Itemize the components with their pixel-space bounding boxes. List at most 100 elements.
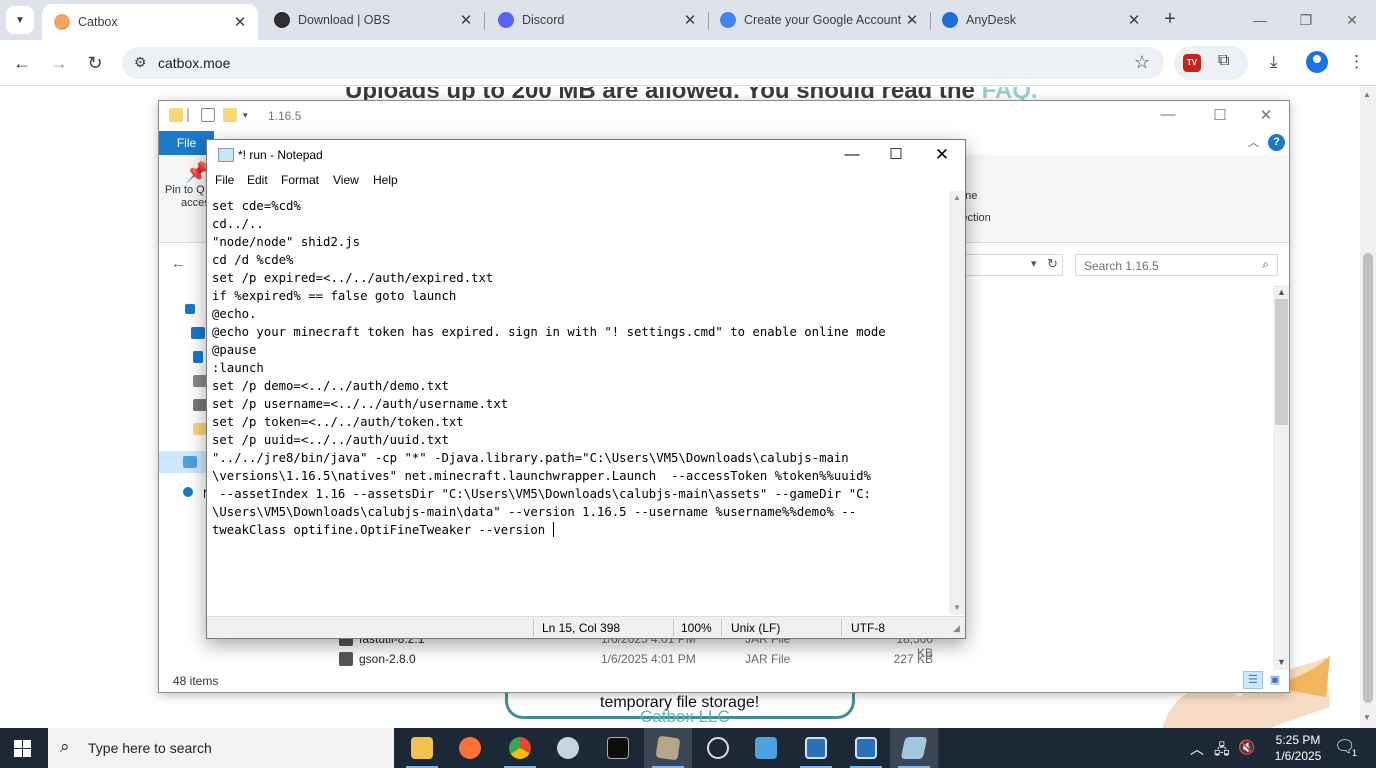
- downloads-icon[interactable]: [193, 351, 203, 363]
- close-window-button[interactable]: ✕: [1332, 8, 1372, 32]
- tab-title: Download | OBS: [298, 13, 391, 27]
- scroll-down-icon[interactable]: ▼: [953, 603, 961, 612]
- taskbar-remote-desktop[interactable]: [742, 728, 790, 768]
- notepad-maximize-button[interactable]: ☐: [873, 143, 919, 167]
- taskbar-notepad[interactable]: [890, 728, 938, 768]
- documents-icon[interactable]: [193, 375, 207, 387]
- tab-obs[interactable]: Download | OBS ✕: [262, 0, 484, 40]
- text-line-last: tweakClass optifine.OptiFineTweaker --ve…: [212, 521, 949, 539]
- address-dropdown-icon[interactable]: ▾: [1031, 257, 1037, 270]
- back-button[interactable]: ←: [9, 50, 35, 76]
- text-line: :launch: [212, 361, 264, 375]
- taskbar-firefox[interactable]: [446, 728, 494, 768]
- address-bar[interactable]: ⚙ catbox.moe ☆: [122, 47, 1164, 79]
- explorer-scroll-thumb[interactable]: [1275, 299, 1288, 425]
- quick-access-star-icon[interactable]: [185, 304, 195, 314]
- properties-icon[interactable]: [201, 108, 215, 122]
- menu-help[interactable]: Help: [373, 173, 398, 187]
- taskbar-app-window-2[interactable]: [842, 728, 890, 768]
- tab-google-account[interactable]: Create your Google Account ✕: [708, 0, 930, 40]
- network-icon[interactable]: 🖧: [1214, 739, 1230, 763]
- scroll-down-icon[interactable]: ▼: [1363, 713, 1371, 722]
- desktop-icon[interactable]: [191, 327, 205, 339]
- bookmark-star-icon[interactable]: ☆: [1134, 52, 1150, 73]
- taskbar-chrome[interactable]: [496, 728, 544, 768]
- notepad-statusbar: Ln 15, Col 398 100% Unix (LF) UTF-8 ◢: [207, 616, 965, 638]
- more-menu-icon[interactable]: ⋮: [1348, 52, 1365, 72]
- forward-button[interactable]: →: [46, 50, 72, 76]
- text-line: cd /d %cde%: [212, 253, 294, 267]
- volume-muted-icon[interactable]: 🔇: [1238, 739, 1255, 756]
- page-scroll-thumb[interactable]: [1363, 253, 1373, 703]
- scroll-up-icon[interactable]: ▲: [1277, 287, 1286, 297]
- tab-discord[interactable]: Discord ✕: [486, 0, 708, 40]
- menu-file[interactable]: File: [215, 173, 234, 187]
- site-info-icon[interactable]: ⚙: [134, 54, 147, 71]
- ribbon-collapse-icon[interactable]: ︿: [1248, 134, 1259, 150]
- close-tab-icon[interactable]: ✕: [1124, 11, 1144, 29]
- explorer-minimize-button[interactable]: —: [1145, 106, 1191, 123]
- scroll-up-icon[interactable]: ▲: [1363, 90, 1371, 99]
- tab-search-button[interactable]: ▼: [6, 6, 34, 34]
- taskbar-file-explorer[interactable]: [398, 728, 446, 768]
- explorer-search-placeholder: Search 1.16.5: [1084, 259, 1159, 273]
- close-tab-icon[interactable]: ✕: [902, 11, 922, 29]
- taskbar-terminal[interactable]: [594, 728, 642, 768]
- large-icons-view-icon[interactable]: ▣: [1265, 671, 1285, 689]
- scroll-down-icon[interactable]: ▼: [1277, 657, 1286, 667]
- resize-grip-icon[interactable]: ◢: [953, 623, 960, 634]
- notepad-scrollbar[interactable]: ▲ ▼: [949, 191, 965, 615]
- system-clock[interactable]: 5:25 PM 1/6/2025: [1268, 732, 1328, 764]
- taskbar-obs[interactable]: [694, 728, 742, 768]
- this-pc-selected[interactable]: [159, 451, 209, 473]
- menu-view[interactable]: View: [333, 173, 359, 187]
- notepad-close-button[interactable]: ✕: [919, 143, 965, 167]
- explorer-address-bar[interactable]: ▾ ↻: [959, 254, 1063, 276]
- explorer-scrollbar[interactable]: ▲ ▼: [1273, 285, 1289, 670]
- refresh-icon[interactable]: ↻: [1047, 256, 1058, 272]
- notepad-title: *! run - Notepad: [238, 148, 323, 162]
- menu-format[interactable]: Format: [281, 173, 319, 187]
- download-icon[interactable]: ⤓: [1270, 52, 1278, 72]
- explorer-back-icon[interactable]: ←: [171, 255, 186, 272]
- menu-edit[interactable]: Edit: [247, 173, 268, 187]
- tab-catbox[interactable]: Catbox ✕: [42, 4, 258, 40]
- discord-favicon-icon: [498, 12, 514, 28]
- new-folder-icon[interactable]: [223, 108, 237, 122]
- explorer-search-input[interactable]: Search 1.16.5 ⌕: [1075, 254, 1278, 276]
- status-divider: [841, 619, 842, 637]
- minimize-button[interactable]: —: [1240, 8, 1280, 32]
- file-row[interactable]: gson-2.8.0 1/6/2025 4:01 PM JAR File 227…: [159, 649, 1259, 669]
- show-hidden-icons-chevron-icon[interactable]: ︿: [1190, 739, 1204, 759]
- profile-avatar[interactable]: [1306, 51, 1328, 73]
- details-view-icon[interactable]: ☰: [1243, 671, 1263, 689]
- close-tab-icon[interactable]: ✕: [680, 11, 700, 29]
- tab-title: Discord: [522, 13, 565, 27]
- pictures-icon[interactable]: [193, 399, 207, 411]
- taskbar-search-box[interactable]: ⌕ Type here to search: [48, 728, 394, 768]
- help-icon[interactable]: ?: [1268, 134, 1285, 151]
- new-tab-button[interactable]: +: [1158, 8, 1182, 32]
- notepad-text-area[interactable]: set cde=%cd% cd../.. "node/node" shid2.js c…: [208, 191, 949, 615]
- close-tab-icon[interactable]: ✕: [230, 13, 250, 31]
- taskbar-app-window-1[interactable]: [792, 728, 840, 768]
- scroll-up-icon[interactable]: ▲: [953, 193, 961, 202]
- explorer-close-button[interactable]: ✕: [1243, 106, 1289, 124]
- page-scrollbar[interactable]: ▲ ▼: [1360, 87, 1376, 728]
- explorer-maximize-button[interactable]: ☐: [1197, 106, 1243, 124]
- folder-icon[interactable]: [193, 423, 207, 435]
- extensions-puzzle-icon[interactable]: ⧉: [1218, 52, 1229, 70]
- taskbar-steam[interactable]: [544, 728, 592, 768]
- tv-extension-icon[interactable]: TV: [1183, 54, 1201, 72]
- url-text[interactable]: catbox.moe: [158, 55, 230, 71]
- file-date: 1/6/2025 4:01 PM: [601, 652, 696, 666]
- close-tab-icon[interactable]: ✕: [456, 11, 476, 29]
- quick-access-dropdown-icon[interactable]: ▾: [243, 110, 257, 124]
- network-icon[interactable]: [183, 487, 193, 497]
- taskbar-minecraft-launcher[interactable]: [644, 728, 692, 768]
- start-button[interactable]: [14, 740, 31, 757]
- restore-button[interactable]: ❐: [1286, 8, 1326, 32]
- tab-anydesk[interactable]: AnyDesk ✕: [930, 0, 1152, 40]
- notepad-minimize-button[interactable]: —: [829, 143, 875, 167]
- reload-button[interactable]: ↻: [82, 50, 108, 76]
